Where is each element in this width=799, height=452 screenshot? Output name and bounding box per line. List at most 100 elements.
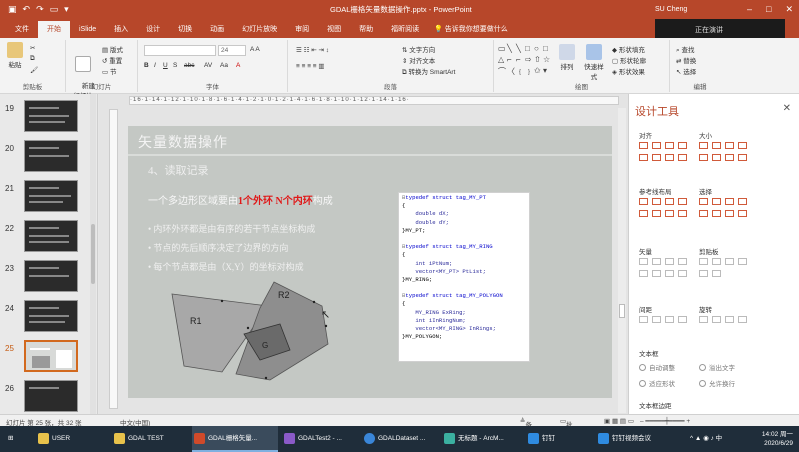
guide-icon[interactable]: [652, 210, 661, 217]
slide-thumbnail[interactable]: 24: [0, 298, 98, 336]
textbox-icon[interactable]: ▭: [498, 44, 507, 55]
slide-thumbnail[interactable]: 22: [0, 218, 98, 256]
align-icon[interactable]: [639, 142, 648, 149]
font-size-box[interactable]: 24: [218, 45, 246, 56]
maximize-icon[interactable]: □: [766, 0, 771, 19]
code-block[interactable]: ⊟typedef struct tag_MY_PT { double dX; d…: [398, 192, 530, 362]
format-painter-button[interactable]: 🖌: [30, 66, 38, 74]
slide-preview[interactable]: [24, 380, 78, 412]
clipboard-icon[interactable]: [738, 258, 747, 265]
tab-design[interactable]: 设计: [137, 21, 169, 38]
vector-icon[interactable]: [652, 258, 661, 265]
line-icon[interactable]: ⌐: [507, 55, 516, 66]
align-icon[interactable]: [665, 142, 674, 149]
change-case-button[interactable]: Aa: [220, 62, 228, 69]
clock[interactable]: 14:02 周一 2020/6/29: [762, 430, 793, 448]
bold-button[interactable]: B: [144, 62, 149, 69]
redo-icon[interactable]: ↷: [36, 0, 44, 19]
checkbox-wrap[interactable]: 允许换行: [699, 378, 735, 388]
tab-transitions[interactable]: 切换: [169, 21, 201, 38]
vector-icon[interactable]: [639, 270, 648, 277]
select-icon[interactable]: [738, 210, 747, 217]
curve-icon[interactable]: ⌒: [498, 66, 507, 77]
bracket-icon[interactable]: ﹛: [516, 66, 525, 77]
oval-icon[interactable]: ○: [534, 44, 543, 55]
tab-view[interactable]: 视图: [318, 21, 350, 38]
vector-icon[interactable]: [652, 270, 661, 277]
clipboard-icon[interactable]: [712, 258, 721, 265]
user-name[interactable]: SU Cheng: [655, 0, 687, 19]
vector-icon[interactable]: [678, 270, 687, 277]
size-tools[interactable]: [699, 142, 749, 164]
taskbar-item[interactable]: GDALDataset ...: [362, 426, 438, 452]
align-buttons[interactable]: ≡ ≡ ≡ ≡ ▥: [296, 62, 325, 70]
size-icon[interactable]: [712, 142, 721, 149]
radio-fit-shape[interactable]: 适应形状: [639, 378, 675, 388]
size-icon[interactable]: [712, 154, 721, 161]
taskbar-item[interactable]: GDAL TEST: [112, 426, 188, 452]
tab-help[interactable]: 帮助: [350, 21, 382, 38]
minimize-icon[interactable]: –: [747, 0, 752, 19]
line-icon[interactable]: ╲: [507, 44, 516, 55]
font-color-button[interactable]: A: [236, 62, 240, 69]
radio-overflow[interactable]: 溢出文字: [699, 362, 735, 372]
strikethrough-button[interactable]: abc: [184, 62, 194, 69]
shape-fill-button[interactable]: ◆ 形状填充: [612, 44, 645, 54]
align-icon[interactable]: [678, 154, 687, 161]
find-button[interactable]: ⌕ 查找: [676, 44, 694, 55]
select-icon[interactable]: [725, 210, 734, 217]
select-icon[interactable]: [699, 210, 708, 217]
tab-foxit[interactable]: 福昕阅读: [382, 21, 428, 38]
clipboard-tools[interactable]: [699, 258, 749, 280]
taskbar-item[interactable]: 钉钉视频会议: [596, 426, 676, 452]
tab-home[interactable]: 开始: [38, 21, 70, 38]
rectangle-icon[interactable]: □: [543, 44, 552, 55]
size-icon[interactable]: [725, 142, 734, 149]
vector-icon[interactable]: [665, 258, 674, 265]
slide-canvas[interactable]: 矢量数据操作 4、读取记录 一个多边形区域要由1个外环 N个内环构成 • 内环外…: [128, 126, 612, 398]
more-shapes-icon[interactable]: ▾: [543, 66, 552, 77]
bullets-button[interactable]: ☰ ☷ ⇤ ⇥ ↕: [296, 46, 329, 54]
undo-icon[interactable]: ↶: [23, 0, 31, 19]
align-icon[interactable]: [665, 154, 674, 161]
notes-button[interactable]: ≜ 备注: [520, 417, 532, 439]
customize-qat-icon[interactable]: ▾: [64, 0, 69, 19]
slide-thumbnail-selected[interactable]: 25: [0, 338, 98, 376]
paste-button[interactable]: 粘贴: [4, 42, 26, 69]
guide-icon[interactable]: [678, 210, 687, 217]
arrow-icon[interactable]: ⇧: [534, 55, 543, 66]
guide-icon[interactable]: [678, 198, 687, 205]
tab-animations[interactable]: 动画: [201, 21, 233, 38]
select-icon[interactable]: [725, 198, 734, 205]
comments-button[interactable]: ▭ 批注: [560, 417, 573, 439]
slideshow-icon[interactable]: ▭: [50, 0, 59, 19]
guide-icon[interactable]: [665, 198, 674, 205]
spacing-icon[interactable]: [652, 316, 661, 323]
tab-slideshow[interactable]: 幻灯片放映: [233, 21, 286, 38]
replace-button[interactable]: ⇄ 替换: [676, 55, 696, 65]
guide-icon[interactable]: [652, 198, 661, 205]
bullet-list[interactable]: • 内环外环都是由有序的若干节点坐标构成 • 节点的先后顺序决定了边界的方向 •…: [148, 222, 315, 279]
triangle-icon[interactable]: △: [498, 55, 507, 66]
taskbar-item-active[interactable]: GDAL栅格矢量...: [192, 426, 278, 452]
slide-thumbnail[interactable]: 23: [0, 258, 98, 296]
clipboard-icon[interactable]: [699, 270, 708, 277]
line-icon[interactable]: ⌐: [516, 55, 525, 66]
select-button[interactable]: ↖ 选择: [676, 66, 696, 76]
italic-button[interactable]: I: [154, 62, 156, 69]
slide-preview[interactable]: [24, 220, 78, 252]
guide-icon[interactable]: [639, 198, 648, 205]
rotate-icon[interactable]: [725, 316, 734, 323]
start-button[interactable]: ⊞: [0, 426, 30, 452]
layout-button[interactable]: ▤ 版式: [102, 44, 123, 54]
rotate-icon[interactable]: [712, 316, 721, 323]
line-icon[interactable]: ╲: [516, 44, 525, 55]
tab-file[interactable]: 文件: [6, 21, 38, 38]
underline-button[interactable]: U: [163, 62, 168, 69]
select-icon[interactable]: [699, 198, 708, 205]
vector-icon[interactable]: [678, 258, 687, 265]
brace-icon[interactable]: ﹜: [525, 66, 534, 77]
editor-scrollbar[interactable]: [618, 108, 626, 413]
select-icon[interactable]: [738, 198, 747, 205]
shapes-gallery[interactable]: ▭ ╲ ╲ □ ○ □ △ ⌐ ⌐ ⇨ ⇧ ☆ ⌒ 〈 ﹛ ﹜ ✩ ▾: [498, 44, 552, 78]
